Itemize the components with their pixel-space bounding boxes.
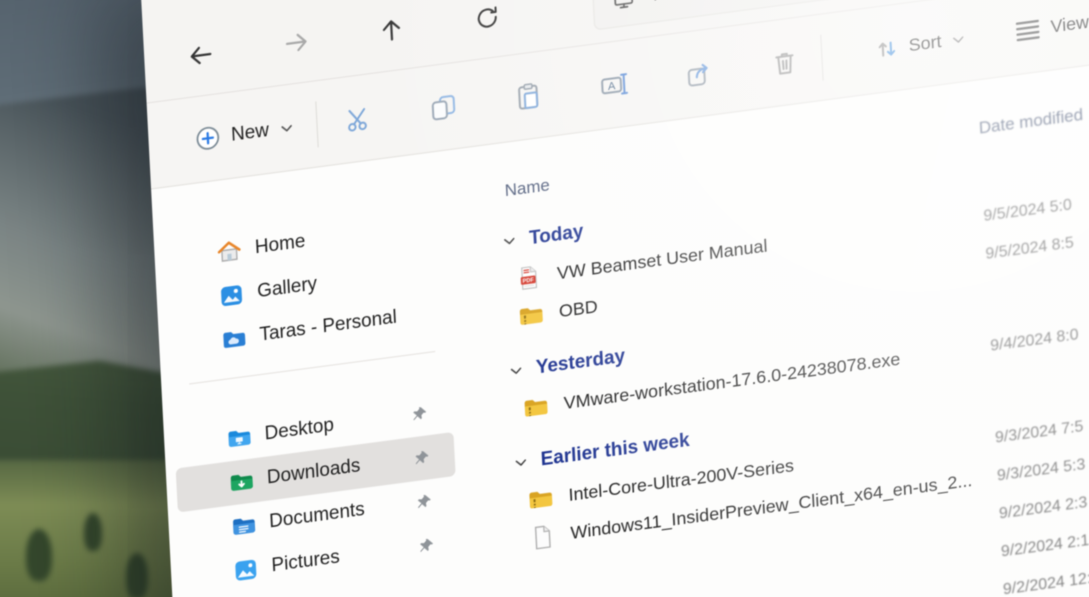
file-date-modified: 9/3/2024 5:3	[997, 456, 1086, 486]
sort-label: Sort	[908, 31, 942, 56]
onedrive-folder-icon	[220, 325, 247, 354]
sort-arrows-icon	[873, 34, 900, 63]
file-date-modified: 9/2/2024 12:	[1003, 570, 1089, 597]
rename-icon: A	[598, 68, 629, 102]
paste-clipboard-icon	[513, 79, 544, 113]
paste-button[interactable]	[513, 79, 544, 113]
new-button[interactable]: New	[194, 113, 296, 153]
pdf-file-icon: PDF	[515, 262, 543, 292]
up-button[interactable]	[376, 13, 407, 47]
sidebar-item-label: Documents	[269, 494, 403, 534]
sort-button[interactable]: Sort	[873, 25, 967, 63]
file-date-modified: 9/5/2024 8:5	[985, 235, 1074, 265]
sidebar-item-label: Pictures	[271, 538, 405, 578]
zip-folder-icon	[517, 300, 545, 330]
group-chevron-icon	[508, 362, 525, 380]
back-button[interactable]	[185, 38, 216, 72]
chevron-down-icon	[950, 30, 967, 48]
sidebar-item-label: Desktop	[264, 406, 398, 446]
desktop-folder-icon	[225, 423, 252, 452]
chevron-down-icon	[278, 119, 295, 137]
file-date-modified: 9/2/2024 2:1	[1001, 532, 1089, 562]
up-arrow-icon	[377, 14, 406, 46]
file-date-modified: 9/4/2024 8:0	[990, 326, 1079, 356]
column-header-date-modified[interactable]: Date modified	[978, 105, 1083, 139]
trash-delete-icon	[769, 45, 800, 79]
pin-icon	[417, 536, 436, 556]
svg-text:A: A	[608, 79, 617, 92]
sidebar-item-label: Downloads	[266, 450, 400, 490]
plus-circle-icon	[194, 123, 222, 153]
copy-button[interactable]	[428, 90, 459, 124]
this-pc-icon	[611, 0, 636, 13]
breadcrumb-chevron-icon	[649, 0, 665, 4]
back-arrow-icon	[186, 39, 215, 71]
pin-icon	[412, 448, 431, 468]
scissors-cut-icon	[343, 102, 374, 136]
zip-folder-icon	[521, 392, 549, 422]
view-button[interactable]: View	[1013, 5, 1089, 46]
wallpaper-tree	[84, 513, 102, 551]
file-date-modified: 9/5/2024 5:0	[983, 197, 1072, 227]
downloads-folder-icon	[228, 467, 255, 496]
group-label: Yesterday	[535, 346, 625, 380]
pin-icon	[410, 404, 429, 424]
file-date-modified: 9/3/2024 7:5	[995, 418, 1084, 448]
file-name: OBD	[558, 296, 598, 322]
new-button-label: New	[231, 119, 270, 146]
refresh-icon	[473, 2, 501, 32]
breadcrumb-downloads[interactable]: Downloads	[678, 0, 762, 2]
refresh-button[interactable]	[471, 1, 502, 35]
share-button[interactable]	[684, 56, 715, 90]
group-chevron-icon	[501, 233, 518, 251]
gallery-icon	[218, 281, 245, 310]
wallpaper-tree	[26, 529, 52, 581]
group-label: Today	[529, 221, 584, 250]
rename-button[interactable]: A	[598, 68, 629, 102]
home-icon	[216, 237, 243, 266]
zip-folder-icon	[526, 484, 554, 514]
copy-icon	[428, 90, 459, 124]
view-label: View	[1050, 11, 1089, 37]
forward-button[interactable]	[281, 26, 312, 60]
share-icon	[684, 56, 715, 90]
group-chevron-icon	[513, 454, 530, 472]
pin-icon	[415, 492, 434, 512]
file-explorer-window: Downloads New A	[138, 0, 1089, 597]
wallpaper-tree	[126, 553, 148, 597]
toolbar-divider	[820, 34, 823, 80]
forward-arrow-icon	[282, 27, 311, 59]
delete-button[interactable]	[769, 45, 800, 79]
generic-file-icon	[528, 522, 556, 552]
toolbar-divider	[315, 101, 318, 147]
pictures-icon	[232, 555, 259, 584]
view-list-icon	[1013, 14, 1042, 46]
documents-folder-icon	[230, 511, 257, 540]
file-date-modified: 9/2/2024 2:3	[999, 494, 1088, 524]
cut-button[interactable]	[343, 102, 374, 136]
navigation-pane: Home Gallery Taras - Personal Desktop Do…	[151, 150, 483, 597]
